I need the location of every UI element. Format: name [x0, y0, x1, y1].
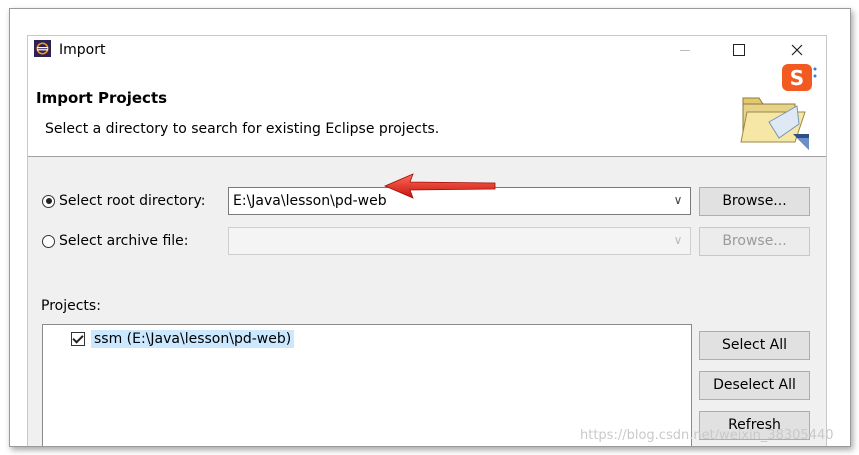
watermark: https://blog.csdn.net/weixin_38305440: [580, 428, 834, 443]
root-directory-value: E:\Java\lesson\pd-web: [233, 193, 387, 209]
root-directory-radio[interactable]: [42, 194, 55, 208]
page-description: Select a directory to search for existin…: [45, 121, 440, 137]
chevron-down-icon[interactable]: ∨: [671, 232, 685, 248]
browse-archive-button[interactable]: Browse...: [699, 227, 810, 256]
archive-file-label: Select archive file:: [59, 233, 189, 249]
import-dialog: Import Import Projects Select a director…: [27, 35, 827, 446]
archive-file-option[interactable]: Select archive file:: [42, 231, 189, 251]
window-title: Import: [59, 42, 106, 58]
minimize-icon: [680, 49, 690, 51]
list-item[interactable]: ssm (E:\Java\lesson\pd-web): [71, 330, 295, 348]
project-label: ssm (E:\Java\lesson\pd-web): [91, 330, 295, 348]
projects-label: Projects:: [41, 298, 101, 314]
wizard-body: Select root directory: E:\Java\lesson\pd…: [28, 157, 826, 446]
browse-root-button[interactable]: Browse...: [699, 187, 810, 216]
root-directory-option[interactable]: Select root directory:: [42, 191, 206, 211]
project-checkbox[interactable]: [71, 332, 85, 346]
select-all-button[interactable]: Select All: [699, 331, 810, 360]
red-arrow-icon: [383, 173, 496, 199]
archive-file-combo[interactable]: ∨: [228, 227, 691, 255]
chevron-down-icon[interactable]: ∨: [671, 192, 685, 208]
maximize-icon: [733, 44, 745, 56]
deselect-all-button[interactable]: Deselect All: [699, 371, 810, 400]
root-directory-label: Select root directory:: [59, 193, 206, 209]
folder-icon: [740, 97, 809, 150]
title-bar: Import: [28, 36, 826, 64]
page-title: Import Projects: [36, 89, 168, 107]
close-icon: [791, 44, 803, 56]
archive-file-radio[interactable]: [42, 234, 55, 248]
wizard-header: Import Projects Select a directory to se…: [28, 64, 826, 157]
close-button[interactable]: [774, 36, 820, 64]
eclipse-icon: [34, 40, 51, 57]
screenshot-frame: Import Import Projects Select a director…: [9, 8, 851, 447]
minimize-button[interactable]: [662, 36, 708, 64]
maximize-button[interactable]: [716, 36, 762, 64]
